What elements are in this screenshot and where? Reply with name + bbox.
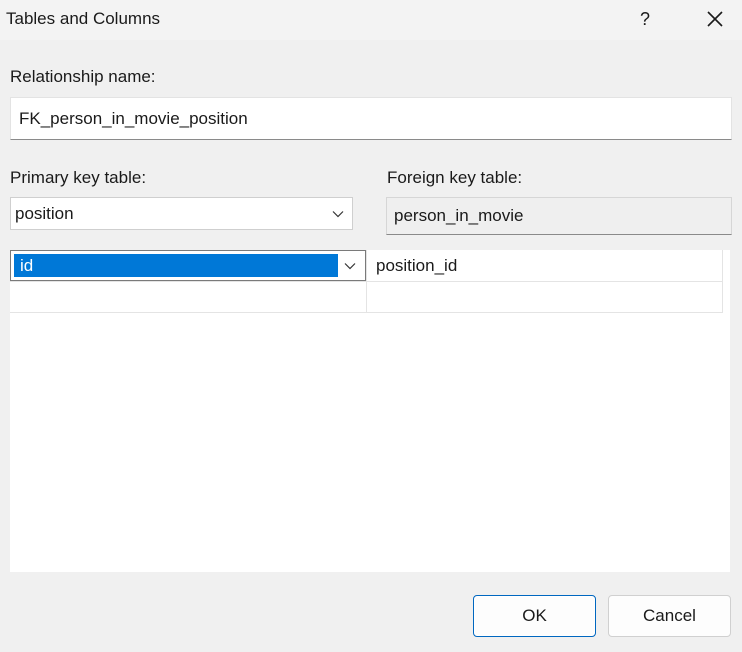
primary-key-table-select[interactable]: position xyxy=(10,197,353,230)
dialog-title: Tables and Columns xyxy=(6,9,161,28)
ok-button-label: OK xyxy=(522,606,547,625)
column-mapping-grid: id position_id xyxy=(10,250,730,572)
close-icon xyxy=(707,11,723,27)
ok-button[interactable]: OK xyxy=(473,595,596,637)
foreign-column-cell[interactable]: position_id xyxy=(376,250,457,281)
relationship-name-label: Relationship name: xyxy=(10,67,156,86)
primary-column-value: id xyxy=(20,255,34,275)
chevron-down-icon xyxy=(332,210,344,217)
title-bar: Tables and Columns ? xyxy=(0,0,742,40)
primary-key-table-value: position xyxy=(15,203,74,223)
cancel-button-label: Cancel xyxy=(643,606,696,625)
cancel-button[interactable]: Cancel xyxy=(608,595,731,637)
table-row[interactable]: id position_id xyxy=(10,250,723,282)
help-button[interactable]: ? xyxy=(622,0,668,38)
primary-column-selected: id xyxy=(14,254,338,277)
relationship-name-input[interactable]: FK_person_in_movie_position xyxy=(10,97,732,140)
primary-column-select[interactable]: id xyxy=(10,250,366,281)
question-mark-icon: ? xyxy=(639,8,650,29)
table-row[interactable] xyxy=(10,281,723,313)
foreign-key-table-value: person_in_movie xyxy=(394,206,524,225)
close-button[interactable] xyxy=(692,0,738,38)
primary-key-table-label: Primary key table: xyxy=(10,168,147,187)
chevron-down-icon xyxy=(344,262,356,269)
foreign-key-table-field: person_in_movie xyxy=(386,197,732,235)
foreign-key-table-label: Foreign key table: xyxy=(387,168,523,187)
relationship-name-value: FK_person_in_movie_position xyxy=(19,108,248,128)
foreign-column-value: position_id xyxy=(376,255,458,275)
